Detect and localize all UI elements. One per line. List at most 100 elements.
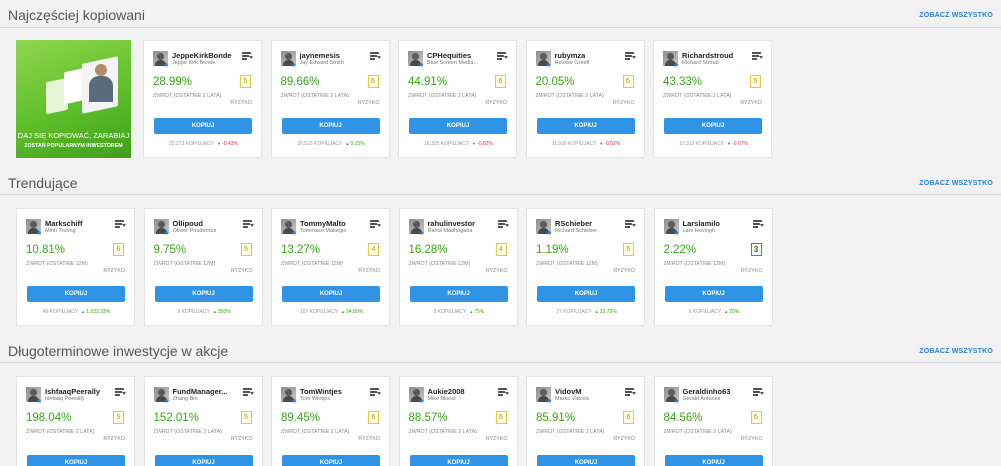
trader-username[interactable]: FundManager... bbox=[173, 387, 245, 396]
copy-button[interactable]: KOPIUJ bbox=[537, 455, 635, 466]
trader-username[interactable]: rahulinvestor bbox=[428, 219, 500, 228]
return-period-label: ZWROT (OSTATNIE 2 LATA) bbox=[663, 429, 732, 435]
gain-value: 89.66% bbox=[280, 76, 320, 88]
section-title: Długoterminowe inwestycje w akcje bbox=[8, 343, 229, 359]
trader-card[interactable]: ★ Ollipoud Olivier Poudernux 9.75% 5 ZWROT (O… bbox=[143, 208, 263, 326]
trader-username[interactable]: Larslamilo bbox=[683, 219, 755, 228]
copiers-count: 49 KOPIUJĄCY bbox=[42, 309, 79, 315]
trader-card[interactable]: ★ Geraldinho63 Gerald Antunes 84.56% 6 ZWROT … bbox=[653, 376, 773, 466]
trader-card[interactable]: ★ rubymza Heloise Greeff 20.05% 6 ZWROT (OSTA… bbox=[525, 40, 645, 158]
copy-button[interactable]: KOPIUJ bbox=[537, 286, 635, 302]
see-all-link[interactable]: ZOBACZ WSZYSTKO bbox=[919, 180, 993, 187]
copiers-stats: 16,325 KOPIUJĄCY ▼ -0.82% bbox=[399, 141, 518, 147]
list-filter-icon[interactable] bbox=[370, 220, 381, 229]
trader-fullname: Gerald Antunes bbox=[682, 396, 721, 402]
list-filter-icon[interactable] bbox=[242, 220, 254, 229]
trader-username[interactable]: TommyMalto bbox=[300, 219, 372, 228]
trader-username[interactable]: TomWintjes bbox=[300, 387, 372, 396]
trader-username[interactable]: Markschiff bbox=[45, 219, 117, 228]
copy-button[interactable]: KOPIUJ bbox=[664, 286, 763, 302]
risk-label: RYZYKO bbox=[613, 268, 635, 274]
trader-card[interactable]: ★ Aukie2008 Mike Moest 88.57% 6 ZWROT (OSTATN… bbox=[398, 376, 518, 466]
risk-label: RYZYKO bbox=[740, 268, 763, 274]
risk-score-badge: 5 bbox=[113, 411, 124, 424]
risk-score-badge: 6 bbox=[623, 411, 634, 424]
copy-button[interactable]: KOPIUJ bbox=[282, 455, 380, 466]
return-period-label: ZWROT (OSTATNIE 2 LATA) bbox=[153, 429, 222, 435]
trader-fullname: Minh Truong bbox=[45, 228, 76, 234]
copy-button[interactable]: KOPIUJ bbox=[409, 118, 507, 134]
copy-button[interactable]: KOPIUJ bbox=[154, 286, 253, 302]
see-all-link[interactable]: ZOBACZ WSZYSTKO bbox=[919, 348, 993, 355]
copy-button[interactable]: KOPIUJ bbox=[409, 286, 508, 302]
trader-card[interactable]: ★ Richardstroud Richard Stroud 43.33% 5 ZWROT… bbox=[653, 40, 772, 158]
copiers-change: ▲ 20% bbox=[724, 309, 739, 315]
list-filter-icon[interactable] bbox=[115, 388, 126, 397]
trader-card[interactable]: ★ VidovM Marko Vidovic 85.91% 6 ZWROT (OSTATN… bbox=[526, 376, 645, 466]
copy-button[interactable]: KOPIUJ bbox=[27, 286, 125, 302]
trader-card[interactable]: ★ rahulinvestor Rahul Madhogaria 16.28% 4 ZWR… bbox=[398, 208, 518, 326]
see-all-link[interactable]: ZOBACZ WSZYSTKO bbox=[919, 12, 993, 19]
copy-button[interactable]: KOPIUJ bbox=[282, 286, 380, 302]
trader-card[interactable]: ★ RSchieber Richard Schieber 1.19% 5 ZWROT (O… bbox=[526, 208, 645, 326]
star-icon: ★ bbox=[546, 230, 553, 237]
trader-username[interactable]: VidovM bbox=[555, 387, 627, 396]
trader-card[interactable]: ★ FundManager... Zhang Bin 152.01% 5 ZWROT (O… bbox=[143, 376, 263, 466]
copiers-change: ▼ -0.67% bbox=[727, 141, 748, 147]
trader-username[interactable]: jaynemesis bbox=[300, 51, 372, 60]
copiers-change: ▲ 350% bbox=[213, 309, 231, 315]
list-filter-icon[interactable] bbox=[370, 388, 381, 397]
copy-button[interactable]: KOPIUJ bbox=[154, 118, 252, 134]
risk-score-badge: 5 bbox=[750, 75, 761, 88]
promo-banner[interactable]: DAJ SIĘ KOPIOWAĆ, ZARABIAJ ZOSTAŃ POPULA… bbox=[16, 40, 131, 158]
list-filter-icon[interactable] bbox=[752, 52, 763, 61]
trader-username[interactable]: RSchieber bbox=[555, 219, 627, 228]
trader-username[interactable]: IshfaaqPeerally bbox=[45, 387, 117, 396]
trader-card[interactable]: ★ Markschiff Minh Truong 10.81% 6 ZWROT (OSTA… bbox=[16, 208, 135, 326]
list-filter-icon[interactable] bbox=[242, 388, 254, 397]
copiers-change-value: 350% bbox=[217, 309, 231, 315]
trader-card[interactable]: ★ CPHequities Blue Screen Media... 44.91% 6 Z… bbox=[398, 40, 517, 158]
list-filter-icon[interactable] bbox=[497, 52, 508, 61]
list-filter-icon[interactable] bbox=[497, 220, 509, 229]
copy-button[interactable]: KOPIUJ bbox=[409, 455, 508, 466]
copy-button[interactable]: KOPIUJ bbox=[27, 455, 125, 466]
trader-username[interactable]: Geraldinho63 bbox=[683, 387, 755, 396]
list-filter-icon[interactable] bbox=[625, 220, 636, 229]
trader-username[interactable]: rubymza bbox=[555, 51, 627, 60]
trader-card[interactable]: ★ JeppeKirkBonde Jeppe Kirk Bonde 28.99% 5 ZW… bbox=[143, 40, 262, 158]
trader-card[interactable]: ★ jaynemesis Jay Edward Smith 89.66% 6 ZWROT … bbox=[270, 40, 390, 158]
copy-button[interactable]: KOPIUJ bbox=[154, 455, 253, 466]
trader-fullname: Lars Hovingh bbox=[682, 228, 715, 234]
trader-card[interactable]: ★ IshfaaqPeerally Ishfaaq Peerally 198.04% 5… bbox=[16, 376, 135, 466]
copy-button[interactable]: KOPIUJ bbox=[536, 118, 635, 134]
copiers-count: 10,312 KOPIUJĄCY bbox=[679, 141, 725, 147]
trader-username[interactable]: CPHequities bbox=[427, 51, 499, 60]
list-filter-icon[interactable] bbox=[115, 220, 126, 229]
list-filter-icon[interactable] bbox=[752, 220, 764, 229]
list-filter-icon[interactable] bbox=[625, 388, 636, 397]
risk-label: RYZYKO bbox=[740, 100, 762, 106]
trader-username[interactable]: Ollipoud bbox=[173, 219, 245, 228]
copy-button[interactable]: KOPIUJ bbox=[664, 455, 763, 466]
list-filter-icon[interactable] bbox=[752, 388, 764, 397]
list-filter-icon[interactable] bbox=[369, 52, 381, 61]
return-period-label: ZWROT (OSTATNIE 12M) bbox=[26, 261, 88, 267]
risk-label: RYZYKO bbox=[103, 436, 125, 442]
trader-card[interactable]: ★ TomWintjes Tom Wintjes 89.45% 6 ZWROT (OSTA… bbox=[271, 376, 390, 466]
copy-button[interactable]: KOPIUJ bbox=[664, 118, 762, 134]
section-title: Trendujące bbox=[8, 175, 78, 191]
star-icon: ★ bbox=[36, 230, 43, 237]
trader-username[interactable]: JeppeKirkBonde bbox=[172, 51, 244, 60]
trader-username[interactable]: Aukie2008 bbox=[428, 387, 500, 396]
copy-button[interactable]: KOPIUJ bbox=[281, 118, 380, 134]
trader-card[interactable]: ★ TommyMalto Tommaso Malorgio 13.27% 4 ZWROT … bbox=[271, 208, 390, 326]
copiers-change-value: 75% bbox=[474, 309, 485, 315]
trader-username[interactable]: Richardstroud bbox=[682, 51, 754, 60]
list-filter-icon[interactable] bbox=[497, 388, 509, 397]
trader-card[interactable]: ★ Larslamilo Lars Hovingh 2.22% 3 ZWROT (OSTA… bbox=[653, 208, 773, 326]
return-period-label: ZWROT (OSTATNIE 12M) bbox=[153, 261, 216, 267]
copiers-count: 11,506 KOPIUJĄCY bbox=[551, 141, 597, 147]
list-filter-icon[interactable] bbox=[242, 52, 253, 61]
list-filter-icon[interactable] bbox=[624, 52, 636, 61]
